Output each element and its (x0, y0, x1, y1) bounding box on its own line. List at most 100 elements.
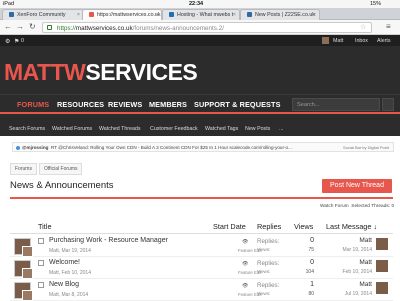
col-last-message[interactable]: Last Message ↓ (326, 222, 377, 231)
breadcrumb-official-forums[interactable]: Official Forums (38, 163, 83, 175)
avatar[interactable] (322, 37, 329, 44)
tab-label: https://mattwservices.co.uk (97, 12, 161, 18)
tab-label: New Posts | Z22SE.co.uk (255, 12, 315, 18)
watch-controls: Watch Forum Selected Threads: 0 (320, 204, 394, 209)
table-row[interactable]: Welcome! Matt, Feb 10, 2014 👁 Feature Ed… (10, 258, 393, 279)
notification-icon[interactable]: ⚑ (14, 38, 19, 45)
back-icon[interactable]: ← (4, 22, 12, 32)
browser-tab[interactable]: XenForo Community × (2, 9, 84, 20)
settings-icon[interactable]: ⚙ (5, 38, 10, 45)
tab-label: XenForo Community (17, 12, 66, 18)
nav-resources[interactable]: RESOURCES (57, 100, 104, 109)
thread-title[interactable]: Purchasing Work - Resource Manager (49, 237, 168, 244)
user-bar: ⚙ ⚑ 0 Matt Inbox Alerts (0, 35, 400, 46)
last-poster[interactable]: Matt (310, 237, 372, 244)
col-title[interactable]: Title (38, 222, 52, 231)
views-label: Views: (257, 291, 271, 296)
selected-threads-link[interactable]: Selected Threads: 0 (351, 204, 394, 209)
thread-checkbox[interactable] (38, 238, 44, 244)
close-icon[interactable]: × (155, 12, 158, 18)
post-new-thread-button[interactable]: Post New Thread (322, 179, 392, 193)
subnav-new-posts[interactable]: New Posts (245, 126, 270, 132)
search-input[interactable]: Search... (292, 98, 380, 111)
last-post-date[interactable]: Feb 10, 2014 (310, 269, 372, 275)
divider (10, 233, 393, 234)
thread-checkbox[interactable] (38, 282, 44, 288)
table-row[interactable]: New Blog Matt, Mar 8, 2014 👁 Feature Edi… (10, 280, 393, 301)
ticker-handle[interactable]: @mjrossing (22, 145, 48, 150)
url-path: /forums/news-announcements.2/ (132, 25, 224, 32)
site-header: ⚙ ⚑ 0 Matt Inbox Alerts MATTWSERVICES FO… (0, 35, 400, 123)
replies-label: Replies: (257, 282, 280, 289)
favicon-icon (247, 12, 252, 17)
watch-forum-link[interactable]: Watch Forum (320, 204, 349, 209)
col-views[interactable]: Views (294, 222, 313, 231)
thread-title[interactable]: New Blog (49, 281, 79, 288)
avatar[interactable] (22, 290, 33, 301)
nav-reviews[interactable]: REVIEWS (108, 100, 142, 109)
bookmark-star-icon[interactable]: ☆ (360, 23, 366, 31)
forward-icon[interactable]: → (16, 22, 24, 32)
avatar[interactable] (376, 260, 388, 272)
browser-tab[interactable]: New Posts | Z22SE.co.uk × (240, 9, 320, 20)
thread-checkbox[interactable] (38, 260, 44, 266)
favicon-icon (9, 12, 14, 17)
last-poster[interactable]: Matt (310, 281, 372, 288)
subnav-watched-forums[interactable]: Watched Forums (52, 126, 92, 132)
site-logo[interactable]: MATTWSERVICES (4, 59, 198, 85)
table-row[interactable]: Purchasing Work - Resource Manager Matt,… (10, 236, 393, 257)
address-bar-row: ← → ↻ https://mattwservices.co.uk/forums… (0, 20, 400, 35)
url-field[interactable]: https://mattwservices.co.uk/forums/news-… (42, 22, 372, 33)
thread-title[interactable]: Welcome! (49, 259, 80, 266)
subnav-more[interactable]: ... (279, 126, 283, 132)
close-icon[interactable]: × (313, 12, 316, 18)
inbox-link[interactable]: Inbox (355, 38, 368, 44)
close-icon[interactable]: × (233, 12, 236, 18)
favicon-icon (89, 12, 94, 17)
subnav-search-forums[interactable]: Search Forums (9, 126, 45, 132)
alerts-link[interactable]: Alerts (377, 38, 391, 44)
avatar[interactable] (376, 282, 388, 294)
browser-tab-active[interactable]: https://mattwservices.co.uk × (82, 9, 162, 20)
lock-icon (47, 25, 52, 30)
thread-meta[interactable]: Matt, Mar 8, 2014 (49, 292, 88, 298)
nav-members[interactable]: MEMBERS (149, 100, 187, 109)
nav-support[interactable]: SUPPORT & REQUESTS (194, 100, 281, 109)
user-link[interactable]: Matt (333, 38, 343, 44)
col-replies[interactable]: Replies (257, 222, 281, 231)
col-start-date[interactable]: Start Date (213, 222, 246, 231)
reload-icon[interactable]: ↻ (29, 22, 36, 32)
page-title: News & Announcements (10, 180, 114, 191)
clock: 22:34 (189, 1, 204, 7)
eye-icon: 👁 (242, 239, 249, 245)
avatar[interactable] (376, 238, 388, 250)
notification-count: 0 (21, 38, 24, 44)
browser-tab[interactable]: Hosting - What mwebs t × (162, 9, 240, 20)
avatar[interactable] (22, 268, 33, 279)
avatar[interactable] (22, 246, 33, 257)
breadcrumb-forums[interactable]: Forums (10, 163, 37, 175)
close-icon[interactable]: × (77, 12, 80, 18)
thread-meta[interactable]: Matt, Mar 19, 2014 (49, 248, 91, 254)
ticker-text[interactable]: RT @ChrisVeland: Rolling Your Own CDN - … (51, 145, 292, 150)
search-button[interactable] (382, 98, 394, 111)
last-post-date[interactable]: Jul 19, 2014 (310, 291, 372, 297)
nav-forums[interactable]: FORUMS (17, 100, 49, 109)
subnav-watched-threads[interactable]: Watched Threads (99, 126, 141, 132)
url-scheme: https:// (57, 25, 76, 32)
subnav-watched-tags[interactable]: Watched Tags (205, 126, 238, 132)
url-host: mattwservices.co.uk (75, 25, 133, 32)
browser-tab-strip: XenForo Community × https://mattwservices… (0, 8, 400, 20)
menu-icon[interactable]: ≡ (386, 22, 391, 31)
views-label: Views: (257, 247, 271, 252)
twitter-icon (16, 145, 20, 150)
subnav-customer-feedback[interactable]: Customer Feedback (150, 126, 198, 132)
device-label: iPad (3, 1, 15, 7)
thread-meta[interactable]: Matt, Feb 10, 2014 (49, 270, 91, 276)
tab-label: Hosting - What mwebs t (177, 12, 234, 18)
eye-icon: 👁 (242, 261, 249, 267)
replies-label: Replies: (257, 260, 280, 267)
favicon-icon (169, 12, 174, 17)
last-post-date[interactable]: Mar 19, 2014 (310, 247, 372, 253)
last-poster[interactable]: Matt (310, 259, 372, 266)
